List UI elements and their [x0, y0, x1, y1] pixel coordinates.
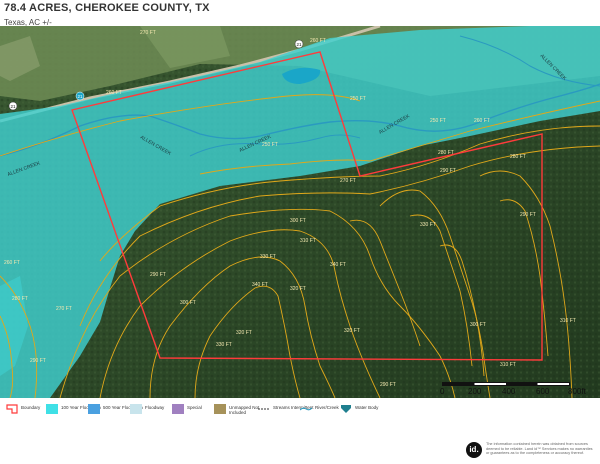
- legend-item-floodplain-100: 100 Year Floodplain: [46, 404, 101, 416]
- floodplain-100-swatch: [46, 404, 58, 414]
- contour-label: 270 FT: [340, 178, 356, 184]
- stream-intermittent-icon: [258, 408, 270, 410]
- contour-label: 290 FT: [520, 212, 536, 218]
- disclaimer-text: The information contained herein was obt…: [486, 442, 593, 456]
- legend-item-special: Special: [172, 404, 212, 416]
- legend-item-water-body: Water Body: [340, 404, 380, 416]
- contour-label: 260 FT: [310, 38, 326, 44]
- special-swatch: [172, 404, 184, 414]
- unmapped-swatch: [214, 404, 226, 414]
- contour-label: 260 FT: [4, 260, 20, 266]
- highway-marker-left: 21: [8, 101, 18, 111]
- svg-text:21: 21: [77, 94, 83, 99]
- contour-label: 310 FT: [300, 238, 316, 244]
- contour-label: 290 FT: [380, 382, 396, 388]
- legend-item-river: River/Creek: [300, 404, 340, 416]
- river-icon: [300, 407, 312, 411]
- contour-label: 340 FT: [330, 262, 346, 268]
- map-svg: 21 21 21 ALLEN CREEK ALLEN CREEK ALLEN C…: [0, 26, 600, 398]
- contour-label: 330 FT: [216, 342, 232, 348]
- scale-label: 400: [502, 387, 516, 396]
- scale-bar-graphic: [442, 382, 570, 386]
- legend-item-boundary: Boundary: [6, 404, 46, 416]
- contour-label: 290 FT: [150, 272, 166, 278]
- legend-item-floodplain-500: 500 Year Floodplain: [88, 404, 143, 416]
- contour-label: 300 FT: [470, 322, 486, 328]
- contour-label: 310 FT: [560, 318, 576, 324]
- contour-label: 330 FT: [420, 222, 436, 228]
- svg-text:21: 21: [10, 104, 16, 109]
- footer: id. The information contained herein was…: [466, 440, 596, 462]
- contour-label: 260 FT: [474, 118, 490, 124]
- contour-label: 330 FT: [260, 254, 276, 260]
- scale-label: 200: [468, 387, 482, 396]
- scale-label: 600: [536, 387, 550, 396]
- contour-label: 250 FT: [430, 118, 446, 124]
- scale-label: 800ft: [568, 387, 586, 396]
- floodplain-500-swatch: [88, 404, 100, 414]
- contour-label: 300 FT: [180, 300, 196, 306]
- svg-text:21: 21: [296, 42, 302, 47]
- scale-bar: 0 200 400 600 800ft: [440, 380, 594, 396]
- contour-label: 260 FT: [106, 90, 122, 96]
- legend-item-unmapped: Unmapped Not Included: [214, 404, 259, 416]
- contour-label: 280 FT: [12, 296, 28, 302]
- highway-marker-blue: 21: [75, 91, 85, 101]
- contour-label: 310 FT: [500, 362, 516, 368]
- contour-label: 270 FT: [56, 306, 72, 312]
- contour-label: 320 FT: [236, 330, 252, 336]
- scale-label: 0: [440, 387, 445, 396]
- highway-marker-top: 21: [294, 39, 304, 49]
- contour-label: 250 FT: [350, 96, 366, 102]
- contour-label: 290 FT: [440, 168, 456, 174]
- contour-label: 320 FT: [344, 328, 360, 334]
- map-legend: Boundary 100 Year Floodplain 500 Year Fl…: [0, 402, 600, 418]
- legend-item-floodway: Floodway: [130, 404, 170, 416]
- contour-label: 340 FT: [252, 282, 268, 288]
- page-title: 78.4 ACRES, CHEROKEE COUNTY, TX: [4, 2, 210, 14]
- contour-label: 280 FT: [438, 150, 454, 156]
- contour-label: 280 FT: [510, 154, 526, 160]
- floodway-swatch: [130, 404, 142, 414]
- water-body-icon: [341, 405, 351, 413]
- contour-label: 250 FT: [262, 142, 278, 148]
- contour-label: 270 FT: [140, 30, 156, 36]
- id-logo: id.: [466, 442, 482, 458]
- legend-item-streams: Streams Intermittent: [258, 404, 314, 416]
- boundary-icon: [6, 404, 18, 414]
- map-canvas[interactable]: 21 21 21 ALLEN CREEK ALLEN CREEK ALLEN C…: [0, 26, 600, 398]
- contour-label: 300 FT: [290, 218, 306, 224]
- contour-label: 290 FT: [30, 358, 46, 364]
- contour-label: 320 FT: [290, 286, 306, 292]
